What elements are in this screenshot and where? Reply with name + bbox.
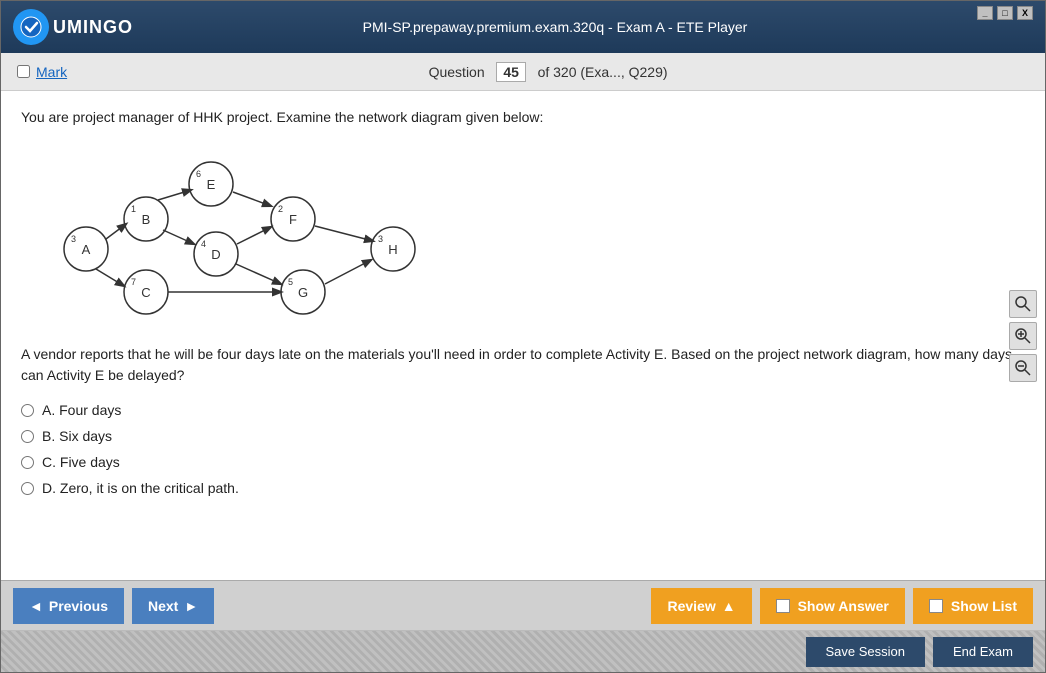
svg-text:A: A — [82, 242, 91, 257]
footer-bar: Save Session End Exam — [1, 630, 1045, 672]
content-area: You are project manager of HHK project. … — [1, 91, 1045, 580]
show-list-label: Show List — [951, 598, 1017, 614]
prev-arrow-icon: ◄ — [29, 598, 43, 614]
svg-text:F: F — [289, 212, 297, 227]
mark-checkbox[interactable] — [17, 65, 30, 78]
choice-b: B. Six days — [21, 428, 1025, 444]
radio-a[interactable] — [21, 404, 34, 417]
svg-text:6: 6 — [196, 169, 201, 179]
next-label: Next — [148, 598, 178, 614]
top-bar: Mark Question 45 of 320 (Exa..., Q229) — [1, 53, 1045, 91]
save-session-button[interactable]: Save Session — [806, 637, 926, 667]
mark-section: Mark — [17, 64, 67, 80]
review-button[interactable]: Review ▲ — [651, 588, 751, 624]
radio-d[interactable] — [21, 482, 34, 495]
svg-text:G: G — [298, 285, 308, 300]
choice-d: D. Zero, it is on the critical path. — [21, 480, 1025, 496]
svg-text:1: 1 — [131, 204, 136, 214]
svg-text:H: H — [388, 242, 397, 257]
bottom-bar: ◄ Previous Next ► Review ▲ Show Answer S… — [1, 580, 1045, 630]
question-label: Question — [429, 64, 485, 80]
main-window: UMINGO PMI-SP.prepaway.premium.exam.320q… — [0, 0, 1046, 673]
question-number: 45 — [496, 62, 526, 82]
radio-c[interactable] — [21, 456, 34, 469]
logo: UMINGO — [13, 9, 133, 45]
previous-button[interactable]: ◄ Previous — [13, 588, 124, 624]
diagram-svg: A 3 B 1 C 7 E 6 D 4 G — [41, 144, 421, 324]
window-controls: _ □ X — [977, 6, 1033, 20]
question-total: of 320 (Exa..., Q229) — [538, 64, 668, 80]
logo-icon — [13, 9, 49, 45]
choice-b-label: B. Six days — [42, 428, 112, 444]
search-tool-button[interactable] — [1009, 290, 1037, 318]
svg-text:B: B — [142, 212, 151, 227]
show-answer-label: Show Answer — [798, 598, 889, 614]
window-title: PMI-SP.prepaway.premium.exam.320q - Exam… — [133, 19, 977, 35]
previous-label: Previous — [49, 598, 108, 614]
minimize-button[interactable]: _ — [977, 6, 993, 20]
end-exam-button[interactable]: End Exam — [933, 637, 1033, 667]
choice-c: C. Five days — [21, 454, 1025, 470]
question-text-1: You are project manager of HHK project. … — [21, 107, 1025, 128]
svg-text:4: 4 — [201, 239, 206, 249]
maximize-button[interactable]: □ — [997, 6, 1013, 20]
radio-b[interactable] — [21, 430, 34, 443]
show-list-button[interactable]: Show List — [913, 588, 1033, 624]
choice-d-label: D. Zero, it is on the critical path. — [42, 480, 239, 496]
choice-a: A. Four days — [21, 402, 1025, 418]
svg-text:C: C — [141, 285, 150, 300]
svg-text:7: 7 — [131, 277, 136, 287]
zoom-out-button[interactable] — [1009, 354, 1037, 382]
network-diagram: A 3 B 1 C 7 E 6 D 4 G — [41, 144, 1025, 324]
svg-text:E: E — [207, 177, 216, 192]
next-button[interactable]: Next ► — [132, 588, 214, 624]
svg-text:3: 3 — [71, 234, 76, 244]
svg-text:5: 5 — [288, 277, 293, 287]
choice-a-label: A. Four days — [42, 402, 121, 418]
svg-text:D: D — [211, 247, 220, 262]
mark-label[interactable]: Mark — [36, 64, 67, 80]
svg-text:2: 2 — [278, 204, 283, 214]
close-button[interactable]: X — [1017, 6, 1033, 20]
question-text-2: A vendor reports that he will be four da… — [21, 344, 1025, 386]
brand-name: UMINGO — [53, 17, 133, 38]
side-tools — [1009, 290, 1037, 382]
choice-c-label: C. Five days — [42, 454, 120, 470]
review-arrow-icon: ▲ — [722, 598, 736, 614]
review-label: Review — [667, 598, 715, 614]
zoom-in-button[interactable] — [1009, 322, 1037, 350]
title-bar: UMINGO PMI-SP.prepaway.premium.exam.320q… — [1, 1, 1045, 53]
svg-text:3: 3 — [378, 234, 383, 244]
question-info: Question 45 of 320 (Exa..., Q229) — [67, 62, 1029, 82]
show-answer-button[interactable]: Show Answer — [760, 588, 905, 624]
show-answer-checkbox — [776, 599, 790, 613]
show-list-checkbox — [929, 599, 943, 613]
next-arrow-icon: ► — [184, 598, 198, 614]
choices-list: A. Four days B. Six days C. Five days D.… — [21, 402, 1025, 496]
